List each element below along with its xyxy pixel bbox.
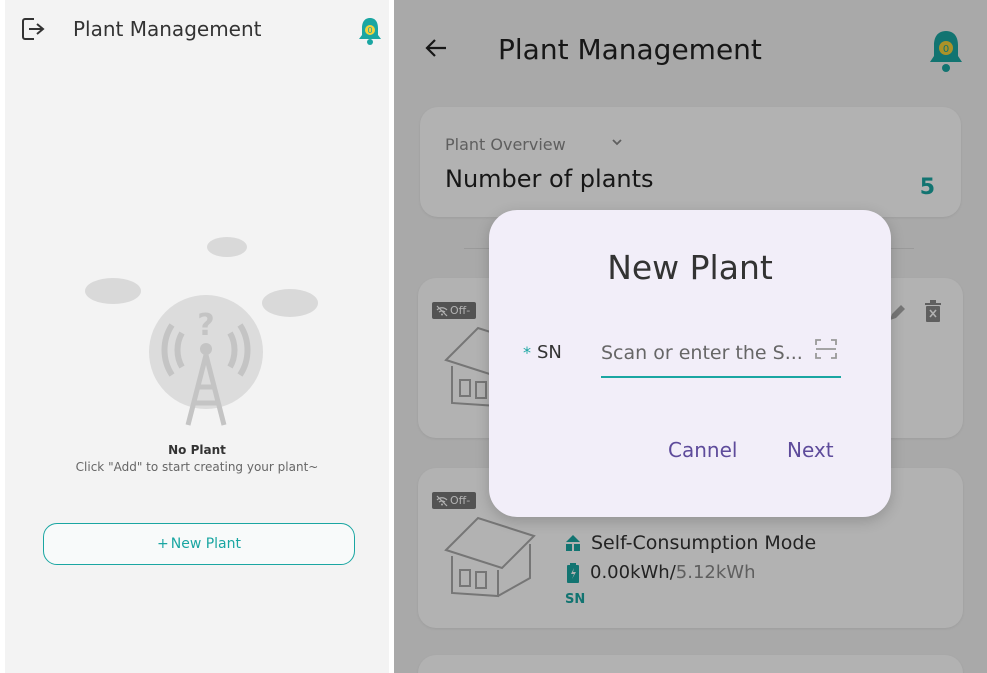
sn-input[interactable]: [601, 330, 841, 378]
no-plant-illustration: ?: [85, 237, 318, 426]
right-screen: Plant Management 0 Plant Overview Number…: [394, 0, 987, 673]
svg-text:?: ?: [197, 308, 214, 343]
scan-icon[interactable]: [814, 337, 838, 361]
page-title: Plant Management: [73, 17, 262, 41]
cancel-button[interactable]: Cannel: [668, 438, 737, 462]
left-header: Plant Management 0: [5, 0, 389, 62]
plus-icon: +: [157, 536, 169, 552]
new-plant-dialog: New Plant * SN Cannel Next: [489, 210, 891, 517]
dialog-title: New Plant: [607, 248, 773, 287]
next-button[interactable]: Next: [787, 438, 834, 462]
logout-icon[interactable]: [19, 16, 45, 42]
notification-count: 0: [367, 26, 372, 35]
left-screen: Plant Management 0 ? No Plant Click "Add…: [5, 0, 389, 673]
sn-field-label: SN: [537, 342, 562, 363]
empty-state-title: No Plant: [168, 443, 226, 457]
new-plant-label: New Plant: [170, 536, 241, 552]
new-plant-button[interactable]: + New Plant: [43, 523, 355, 565]
empty-state-subtitle: Click "Add" to start creating your plant…: [75, 460, 319, 474]
bell-icon[interactable]: 0: [357, 16, 383, 46]
required-mark: *: [523, 343, 531, 362]
